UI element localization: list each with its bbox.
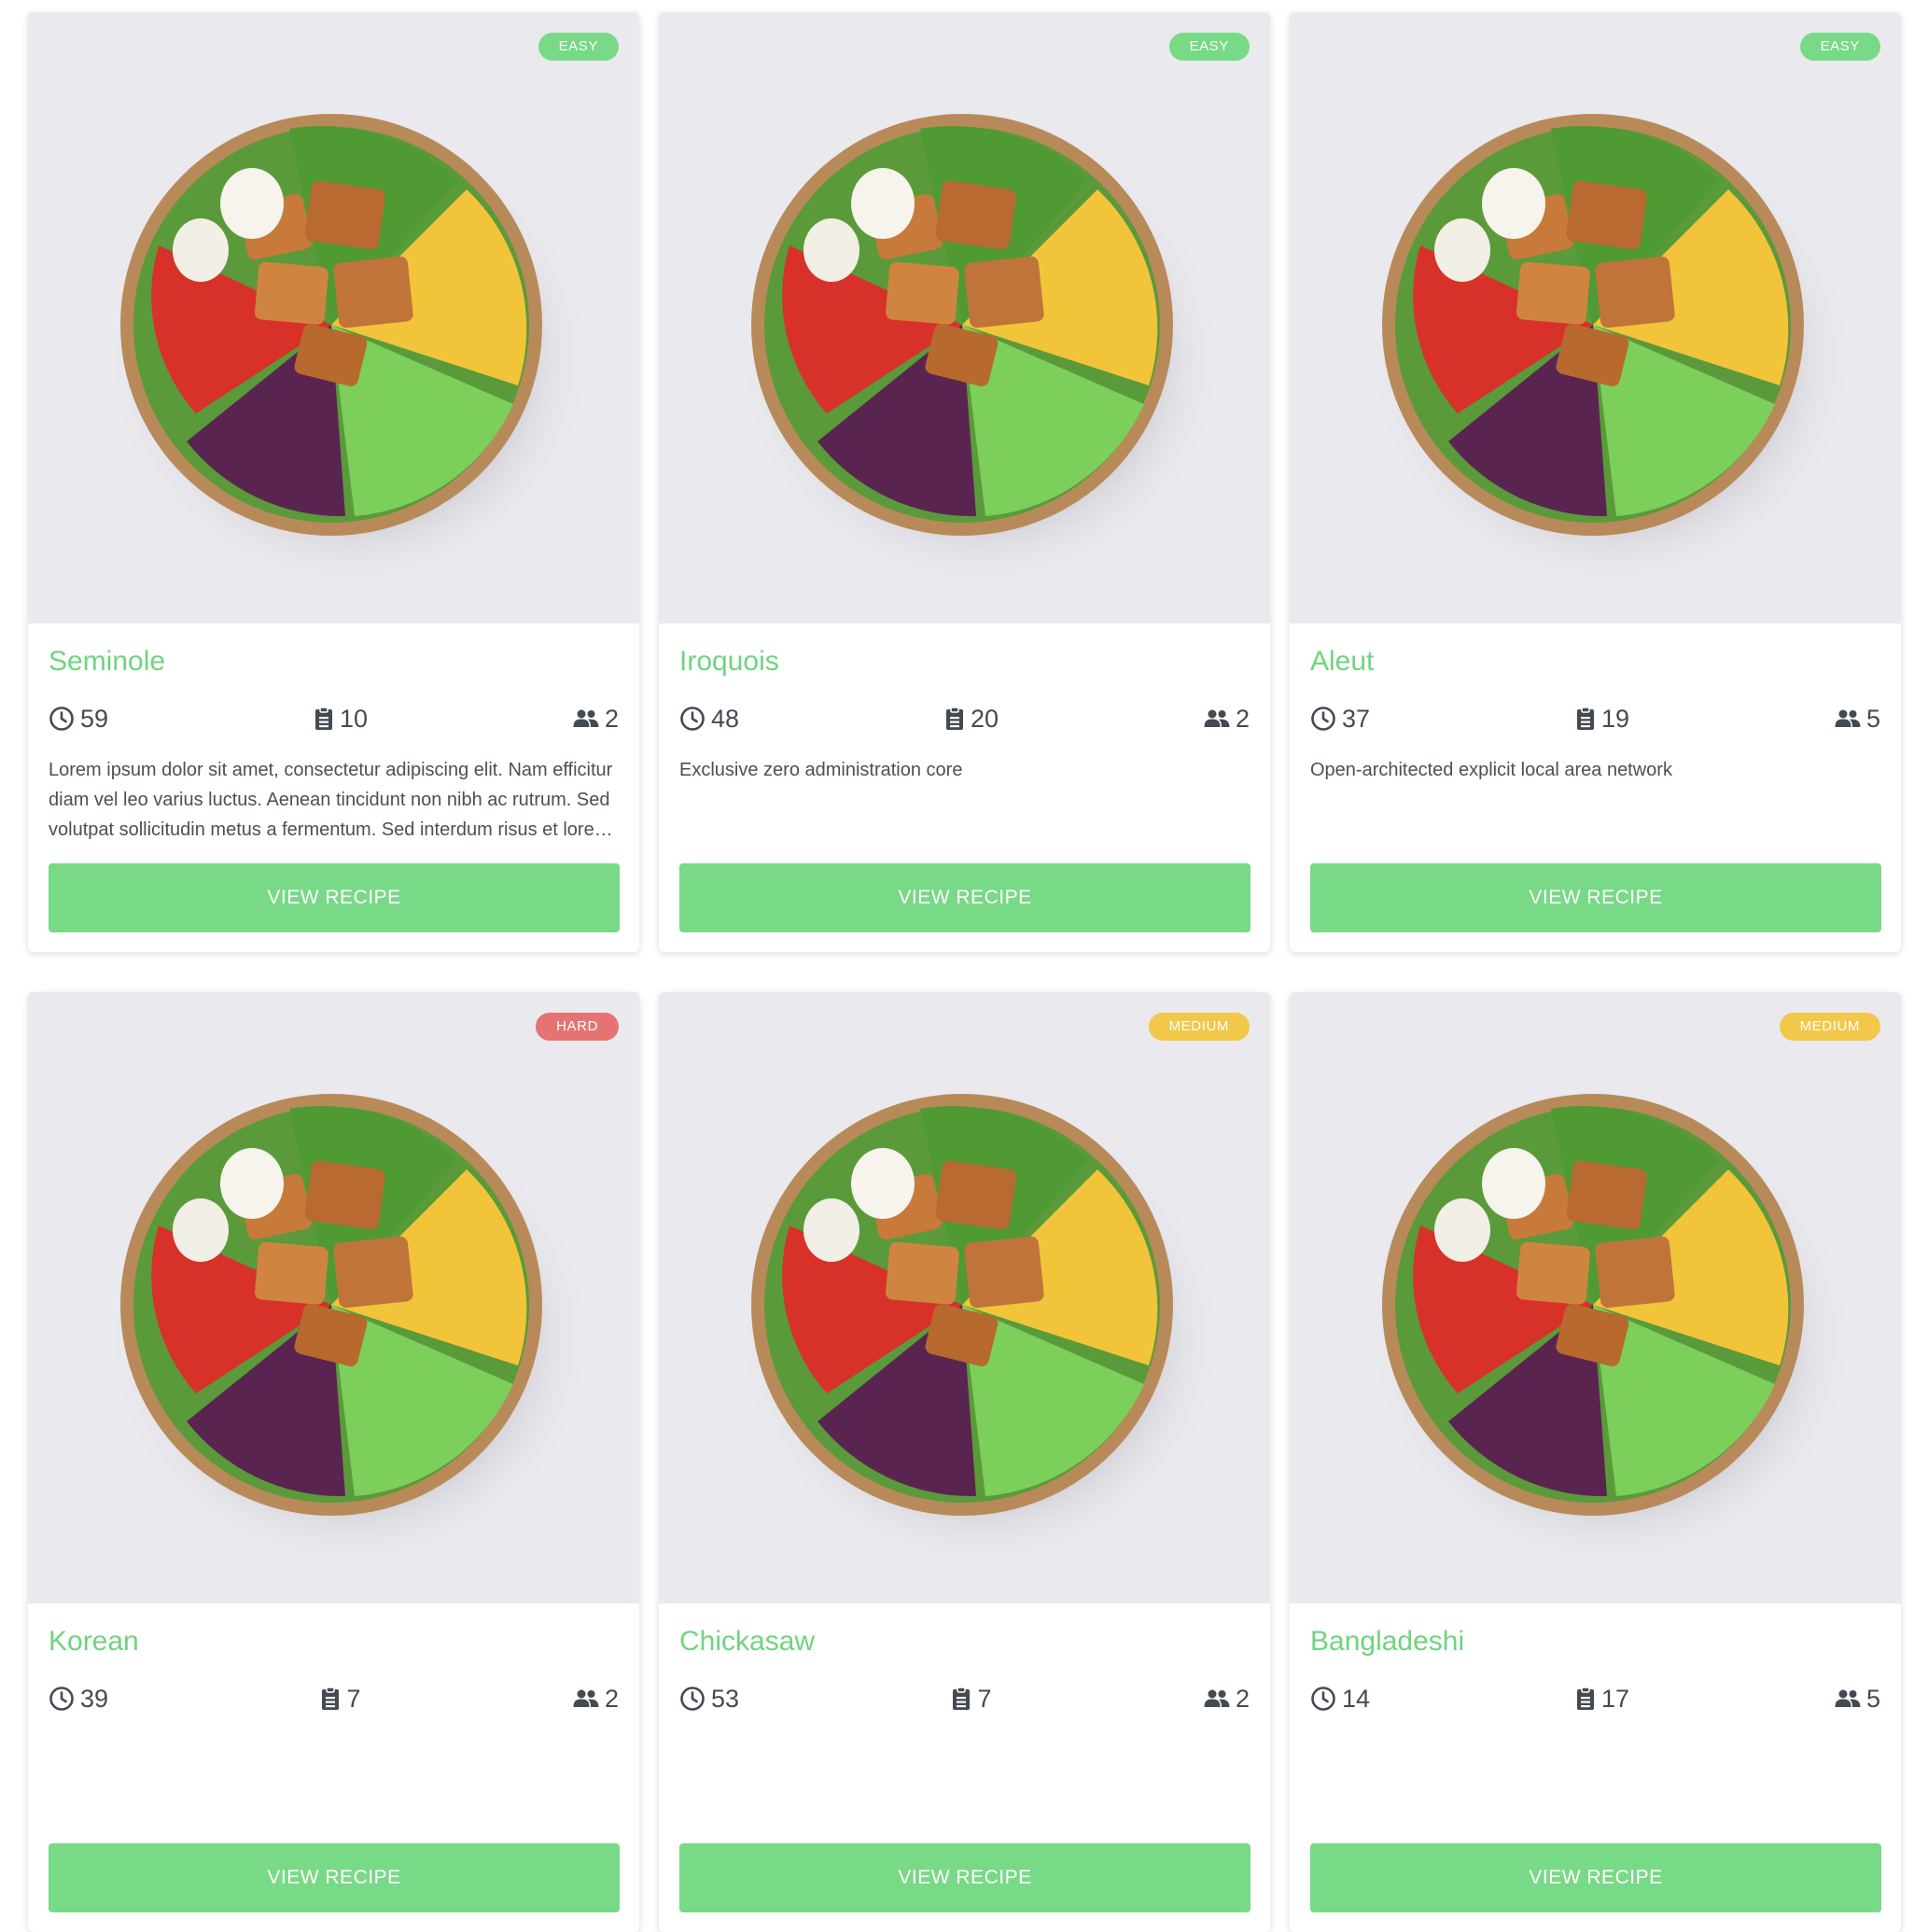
cook-time: 48 [679, 705, 739, 734]
servings-value: 5 [1865, 1684, 1880, 1713]
people-icon [1204, 708, 1230, 729]
clock-icon [1310, 706, 1336, 732]
people-icon [1204, 1688, 1230, 1709]
view-recipe-button[interactable]: View Recipe [1310, 1843, 1881, 1912]
recipe-title: Chickasaw [679, 1626, 816, 1657]
difficulty-badge: Medium [1779, 1013, 1880, 1041]
recipe-photo: Easy [659, 12, 1270, 623]
people-icon [573, 708, 599, 729]
recipe-photo: Medium [1290, 992, 1901, 1603]
clock-icon [49, 706, 75, 732]
cook-time-value: 59 [80, 704, 109, 733]
servings-count: 2 [1204, 705, 1250, 734]
recipe-title: Seminole [49, 646, 166, 677]
recipe-card: Medium Bangladeshi 14 17 [1290, 992, 1901, 1932]
ingredients-value: 7 [977, 1684, 992, 1713]
recipe-photo: Easy [28, 12, 639, 623]
people-icon [1835, 708, 1861, 729]
servings-count: 5 [1835, 705, 1880, 734]
cook-time-value: 39 [80, 1684, 109, 1713]
recipe-card: Easy Seminole 59 10 [28, 12, 639, 952]
ingredients-count: 7 [320, 1684, 361, 1714]
cook-time: 37 [1310, 705, 1370, 734]
recipe-photo: Medium [659, 992, 1270, 1603]
recipe-title: Iroquois [679, 646, 779, 677]
servings-value: 5 [1865, 704, 1880, 733]
ingredients-count: 7 [951, 1684, 992, 1714]
servings-count: 2 [573, 705, 619, 734]
cook-time: 53 [679, 1685, 739, 1714]
ingredients-count: 10 [314, 705, 368, 734]
clipboard-icon [320, 1687, 341, 1711]
recipe-description: Lorem ipsum dolor sit amet, consectetur … [49, 760, 613, 840]
difficulty-badge: Easy [1168, 33, 1250, 61]
recipe-title: Bangladeshi [1310, 1626, 1465, 1657]
recipe-meta: 14 17 5 [1310, 1683, 1880, 1715]
recipe-title: Aleut [1310, 646, 1375, 677]
clipboard-icon [944, 707, 965, 731]
cook-time: 39 [49, 1685, 108, 1714]
recipe-meta: 53 7 2 [679, 1683, 1250, 1715]
difficulty-badge: Easy [1799, 33, 1880, 61]
view-recipe-button[interactable]: View Recipe [679, 1843, 1250, 1912]
servings-value: 2 [604, 1684, 619, 1713]
ingredients-count: 17 [1575, 1685, 1629, 1714]
servings-count: 5 [1835, 1685, 1880, 1714]
ingredients-value: 17 [1600, 1684, 1630, 1713]
recipe-description [1310, 1735, 1880, 1825]
recipe-description [49, 1735, 619, 1825]
clipboard-icon [314, 707, 334, 731]
ingredients-value: 20 [970, 704, 999, 733]
servings-value: 2 [1235, 1684, 1250, 1713]
recipe-description: Open-architected explicit local area net… [1310, 760, 1672, 780]
servings-count: 2 [573, 1685, 619, 1714]
recipe-card: Easy Iroquois 48 20 [659, 12, 1270, 952]
people-icon [573, 1688, 599, 1709]
ingredients-value: 7 [346, 1684, 361, 1713]
recipe-photo: Hard [28, 992, 639, 1603]
cook-time-value: 53 [711, 1684, 740, 1713]
recipe-card: Hard Korean 39 7 [28, 992, 639, 1932]
ingredients-count: 20 [944, 705, 999, 734]
recipe-photo: Easy [1290, 12, 1901, 623]
ingredients-count: 19 [1575, 705, 1629, 734]
recipe-grid: Easy Seminole 59 10 [28, 12, 1901, 1932]
clipboard-icon [1575, 707, 1596, 731]
recipe-meta: 59 10 2 [49, 703, 619, 735]
cook-time: 14 [1310, 1685, 1370, 1714]
view-recipe-button[interactable]: View Recipe [49, 863, 620, 932]
view-recipe-button[interactable]: View Recipe [49, 1843, 620, 1912]
recipe-meta: 48 20 2 [679, 703, 1250, 735]
cook-time-value: 48 [711, 704, 740, 733]
difficulty-badge: Easy [538, 33, 619, 61]
clock-icon [679, 1686, 706, 1712]
recipe-meta: 39 7 2 [49, 1683, 619, 1715]
view-recipe-button[interactable]: View Recipe [679, 863, 1250, 932]
recipe-card: Medium Chickasaw 53 7 [659, 992, 1270, 1932]
recipe-meta: 37 19 5 [1310, 703, 1880, 735]
cook-time: 59 [49, 705, 108, 734]
cook-time-value: 14 [1342, 1684, 1371, 1713]
clock-icon [49, 1686, 75, 1712]
ingredients-value: 19 [1600, 704, 1630, 733]
clock-icon [679, 706, 706, 732]
clipboard-icon [951, 1687, 971, 1711]
servings-value: 2 [604, 704, 619, 733]
people-icon [1835, 1688, 1861, 1709]
recipe-description: Exclusive zero administration core [679, 760, 963, 780]
clipboard-icon [1575, 1687, 1596, 1711]
servings-value: 2 [1235, 704, 1250, 733]
recipe-description [679, 1735, 1250, 1825]
difficulty-badge: Hard [536, 1013, 619, 1041]
view-recipe-button[interactable]: View Recipe [1310, 863, 1881, 932]
servings-count: 2 [1204, 1685, 1250, 1714]
cook-time-value: 37 [1342, 704, 1371, 733]
recipe-card: Easy Aleut 37 19 [1290, 12, 1901, 952]
difficulty-badge: Medium [1148, 1013, 1250, 1041]
clock-icon [1310, 1686, 1336, 1712]
recipe-title: Korean [49, 1626, 139, 1657]
ingredients-value: 10 [339, 704, 369, 733]
